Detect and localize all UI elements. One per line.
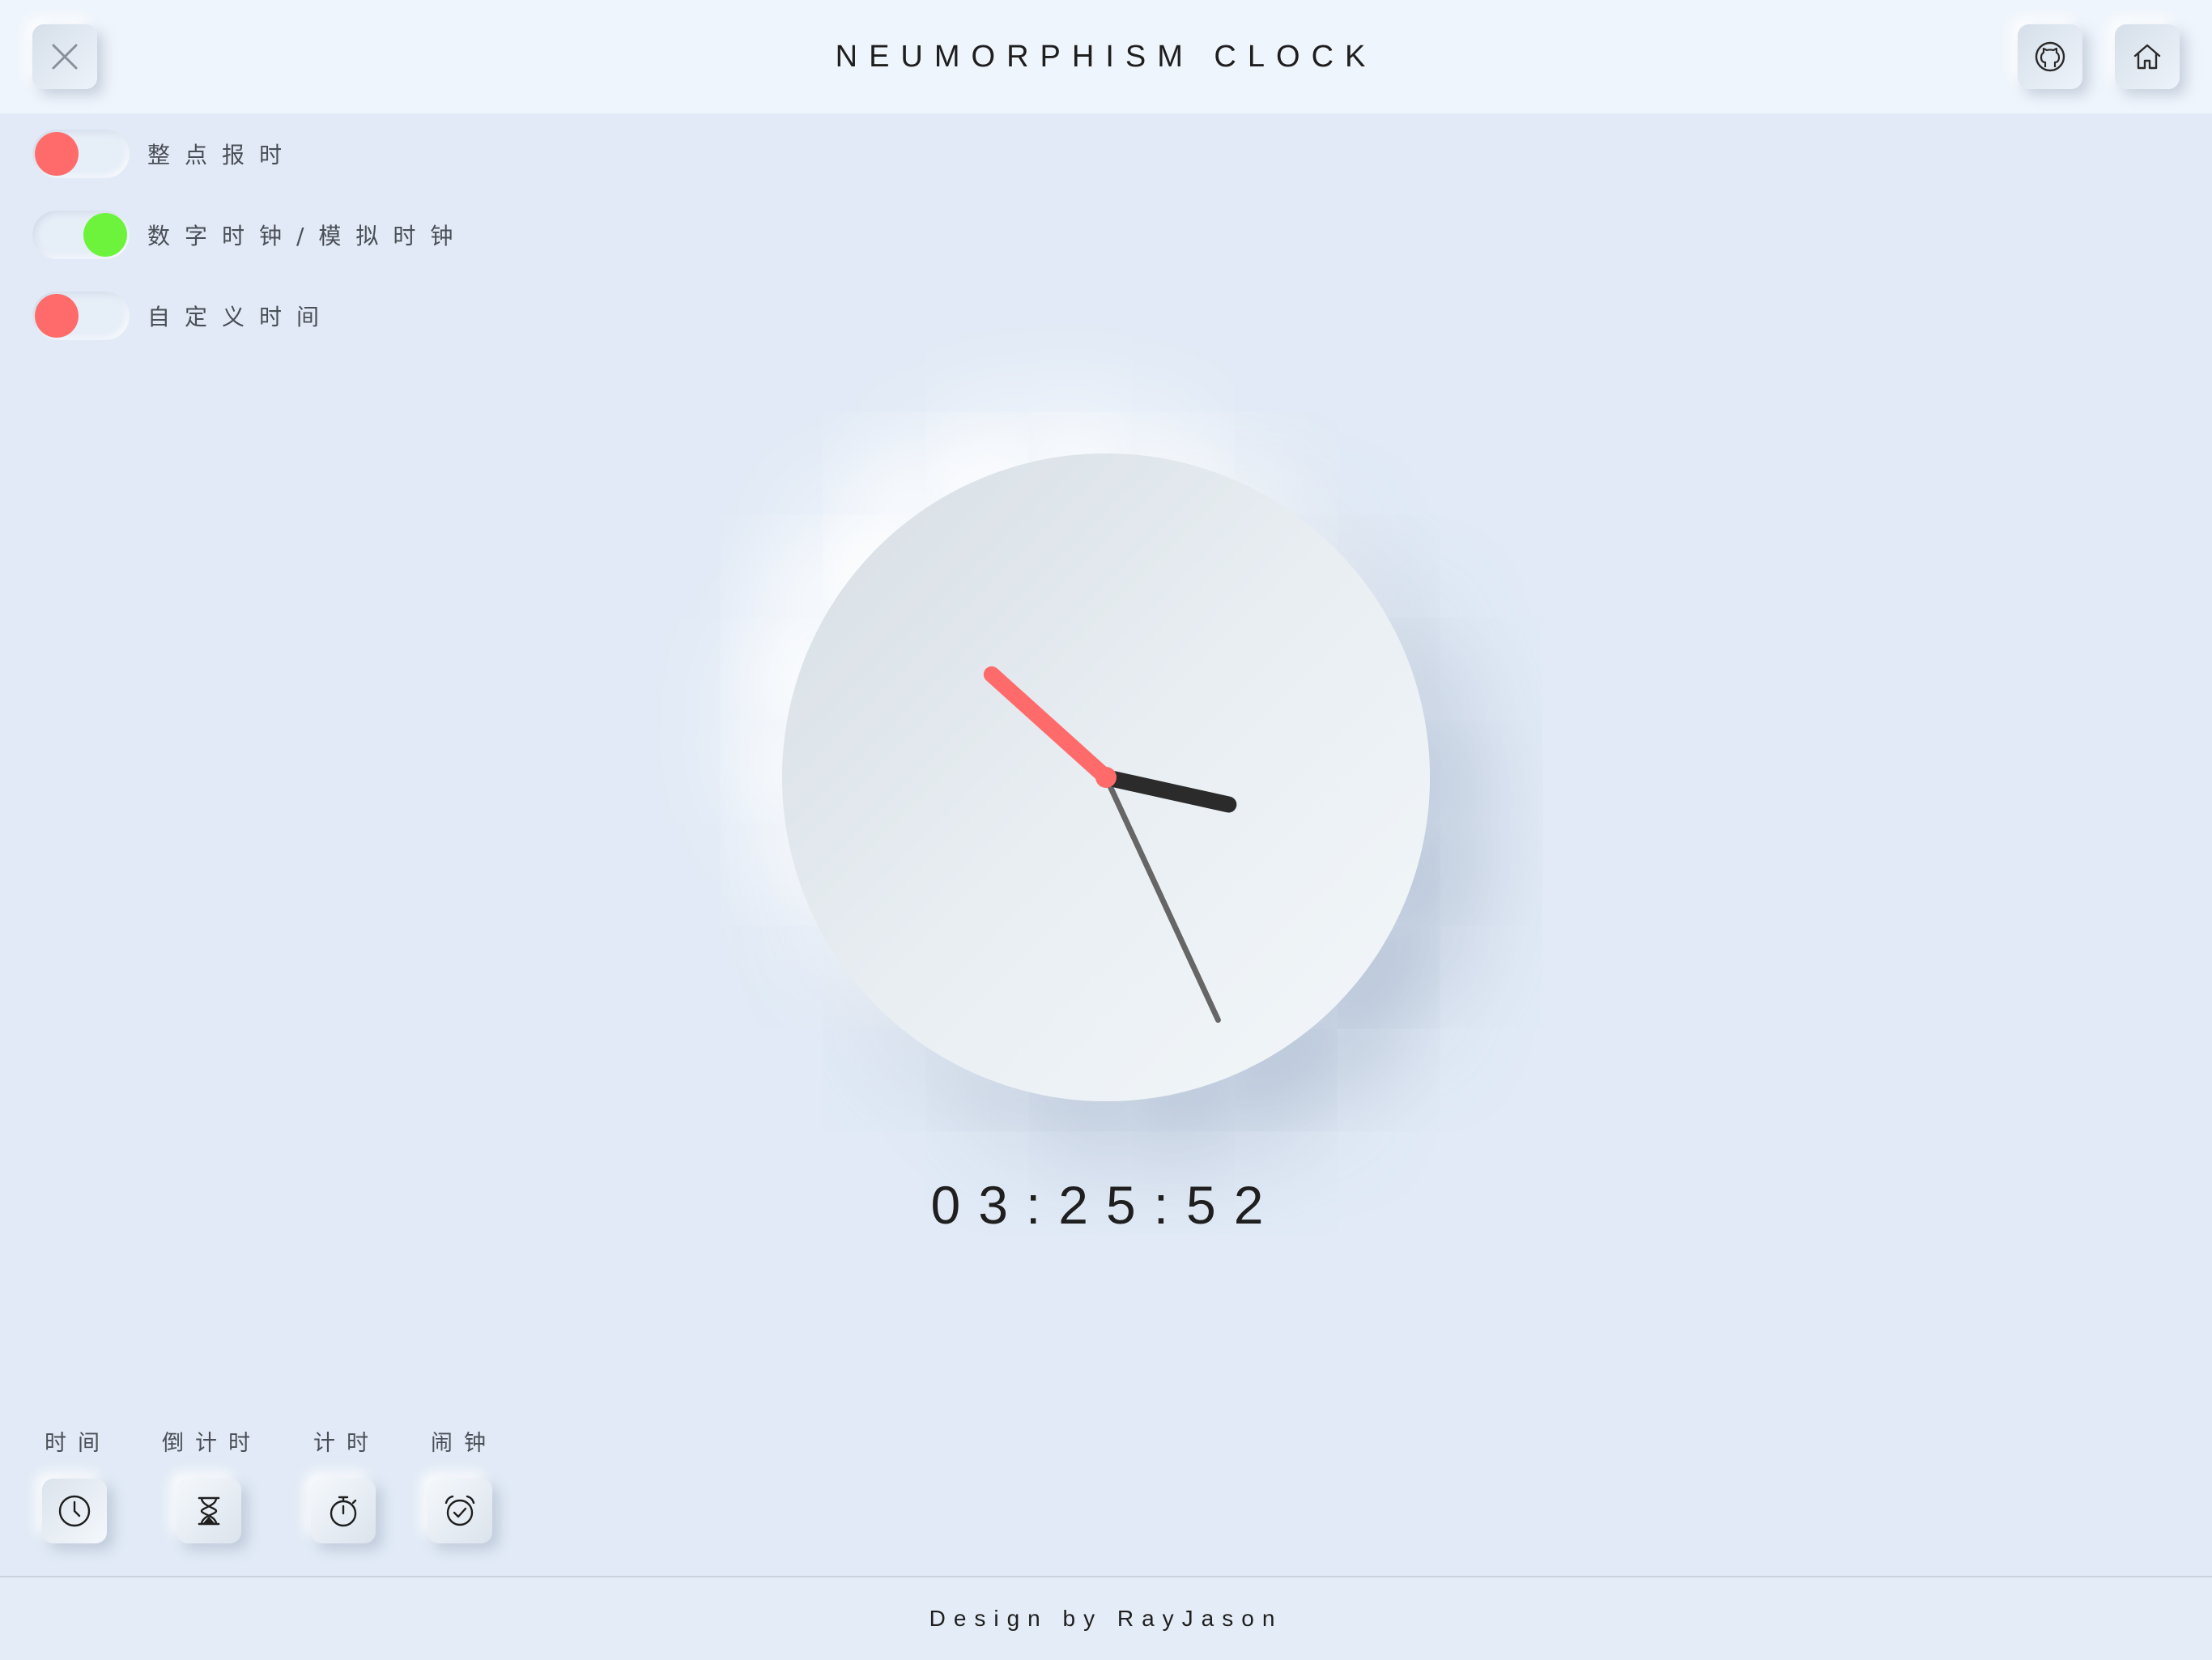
mode-label-timer: 计时	[313, 1431, 380, 1456]
digital-time: 03:25:52	[930, 1175, 1282, 1235]
toggle-knob	[35, 294, 79, 338]
footer: Design by RayJason	[0, 1576, 2212, 1660]
second-hand	[983, 666, 1114, 785]
mode-label-time: 时间	[45, 1431, 111, 1456]
footer-credit: Design by RayJason	[929, 1606, 1283, 1631]
custom-time-toggle[interactable]	[32, 292, 130, 340]
digital-analog-label: 数字时钟/模拟时钟	[147, 223, 468, 249]
close-button[interactable]	[32, 24, 97, 89]
toggle-knob	[83, 213, 127, 257]
alarm-mode-button[interactable]	[428, 1479, 492, 1543]
hourly-chime-toggle[interactable]	[32, 130, 130, 178]
time-mode-button[interactable]	[42, 1479, 107, 1543]
custom-time-setting: 自定义时间	[32, 290, 334, 342]
custom-time-label: 自定义时间	[147, 304, 334, 330]
close-icon	[52, 44, 78, 70]
clock-hands	[983, 666, 1237, 1024]
hourly-chime-setting: 整点报时	[32, 128, 296, 180]
hourglass-icon	[198, 1496, 220, 1526]
clock-type-setting: 数字时钟/模拟时钟	[32, 209, 467, 261]
mode-label-alarm: 闹钟	[431, 1431, 497, 1456]
page-title: NEUMORPHISM CLOCK	[835, 40, 1377, 74]
mode-label-countdown: 倒计时	[162, 1431, 262, 1456]
clock-icon	[58, 1495, 91, 1527]
timer-mode-button[interactable]	[311, 1479, 376, 1543]
home-button[interactable]	[2115, 24, 2180, 89]
minute-hand	[1103, 774, 1221, 1024]
home-icon	[2133, 44, 2161, 70]
hour-hand	[1098, 769, 1237, 813]
digital-analog-toggle[interactable]	[32, 211, 130, 259]
github-icon	[2035, 41, 2065, 72]
hourly-chime-label: 整点报时	[147, 142, 297, 168]
toggle-knob	[35, 132, 79, 176]
stopwatch-icon	[330, 1496, 357, 1527]
countdown-mode-button[interactable]	[177, 1479, 241, 1543]
alarm-clock-icon	[445, 1495, 475, 1526]
github-button[interactable]	[2018, 24, 2082, 89]
center-pin	[1095, 767, 1117, 788]
